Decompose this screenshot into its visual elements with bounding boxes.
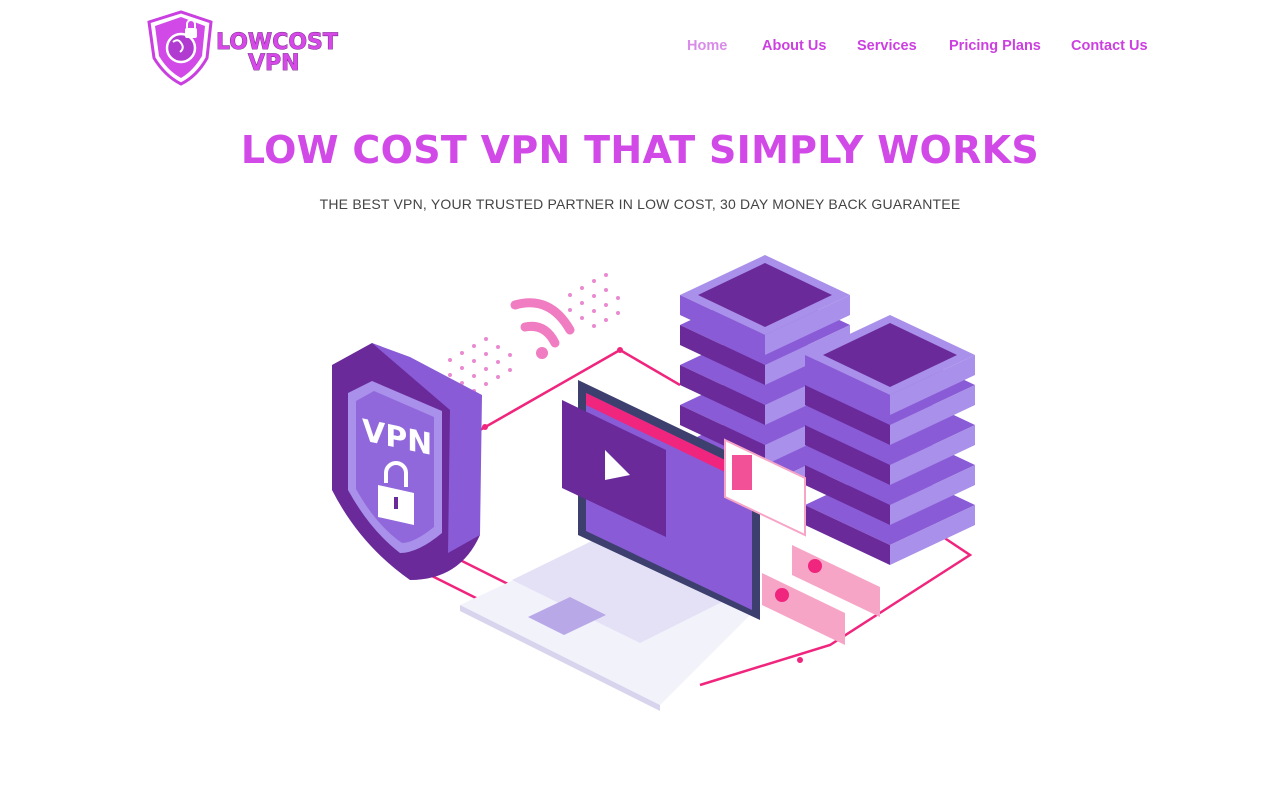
server-stack-right (805, 315, 975, 565)
vpn-shield: VPN (332, 343, 482, 580)
vpn-illustration: VPN (332, 255, 975, 711)
site-header: LOWCOST VPN Home About Us Services Prici… (0, 0, 1280, 95)
hero-title: LOW COST VPN THAT SIMPLY WORKS (240, 128, 1040, 172)
nav-about-us[interactable]: About Us (762, 38, 826, 54)
nav-services[interactable]: Services (857, 38, 917, 54)
nav-home[interactable]: Home (687, 38, 727, 54)
lock-icon (185, 28, 197, 38)
hero-subtitle: THE BEST VPN, YOUR TRUSTED PARTNER IN LO… (319, 196, 961, 212)
main-nav: Home About Us Services Pricing Plans Con… (0, 38, 1280, 58)
dot-pattern (448, 273, 620, 393)
nav-contact-us[interactable]: Contact Us (1071, 38, 1148, 54)
wifi-icon (510, 298, 575, 348)
nav-pricing-plans[interactable]: Pricing Plans (949, 38, 1041, 54)
